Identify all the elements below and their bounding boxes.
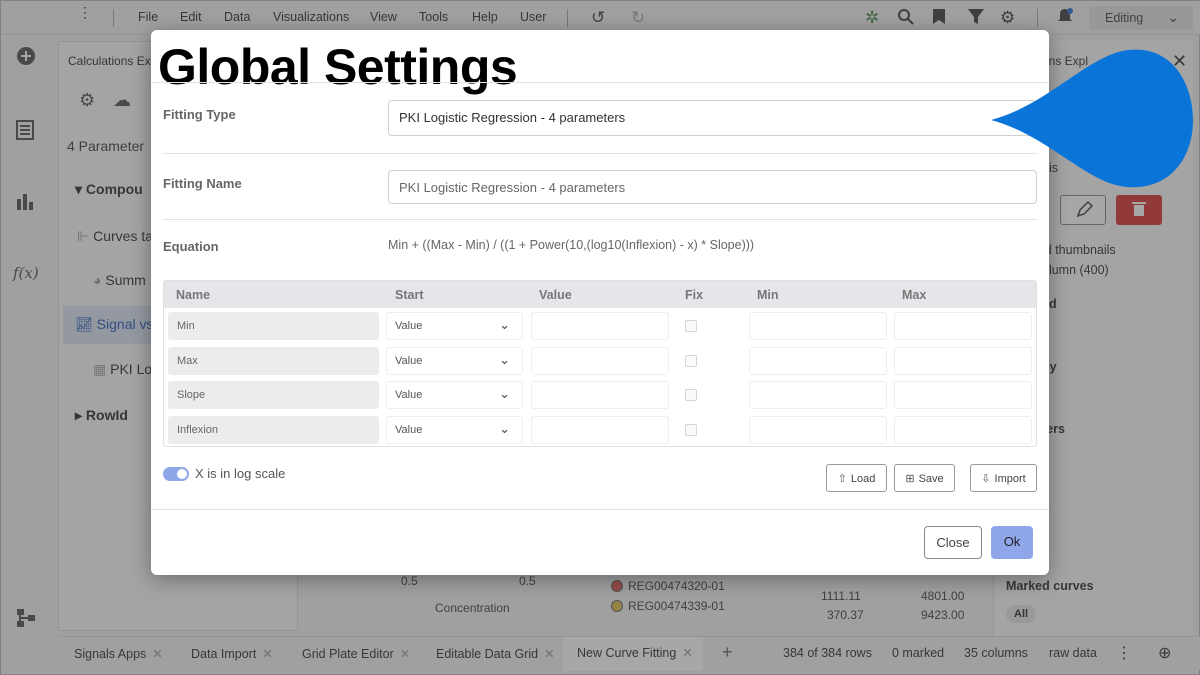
import-button[interactable]: ⇩ Import: [970, 464, 1037, 492]
table-row: Slope Value ⌄: [164, 381, 1036, 409]
save-icon: ⊞: [905, 473, 915, 485]
table-row: Max Value ⌄: [164, 347, 1036, 375]
fix-checkbox[interactable]: [685, 424, 697, 436]
ok-button[interactable]: Ok: [991, 526, 1033, 559]
load-label: Load: [850, 473, 876, 485]
column-header-min: Min: [757, 288, 779, 302]
download-icon: ⇩: [981, 473, 991, 485]
param-name: Slope: [168, 381, 379, 409]
fitting-name-value: PKI Logistic Regression - 4 parameters: [399, 180, 626, 195]
fitting-type-select[interactable]: PKI Logistic Regression - 4 parameters: [388, 100, 1037, 136]
min-input[interactable]: [749, 416, 887, 444]
fitting-type-value: PKI Logistic Regression - 4 parameters: [399, 110, 626, 125]
start-select[interactable]: Value ⌄: [386, 312, 523, 340]
global-settings-dialog: Global Settings Fitting Type PKI Logisti…: [151, 30, 1049, 575]
fitting-type-label: Fitting Type: [163, 107, 236, 122]
divider: [163, 219, 1037, 220]
min-input[interactable]: [749, 347, 887, 375]
load-button[interactable]: ⇧ Load: [826, 464, 887, 492]
pointer-marker-icon: [991, 49, 1193, 188]
save-button[interactable]: ⊞ Save: [894, 464, 955, 492]
column-header-start: Start: [395, 288, 424, 302]
param-name: Min: [168, 312, 379, 340]
equation-label: Equation: [163, 239, 219, 254]
value-input[interactable]: [531, 312, 669, 340]
param-name: Inflexion: [168, 416, 379, 444]
start-value: Value: [395, 355, 423, 367]
save-label: Save: [918, 473, 944, 485]
param-name: Max: [168, 347, 379, 375]
toggle-knob: [177, 469, 187, 479]
max-input[interactable]: [894, 416, 1032, 444]
start-select[interactable]: Value ⌄: [386, 347, 523, 375]
divider: [163, 153, 1037, 154]
column-header-value: Value: [539, 288, 572, 302]
log-scale-toggle[interactable]: [163, 467, 189, 481]
column-header-max: Max: [902, 288, 927, 302]
fix-checkbox[interactable]: [685, 320, 697, 332]
divider: [151, 82, 1049, 83]
fix-checkbox[interactable]: [685, 389, 697, 401]
start-select[interactable]: Value ⌄: [386, 381, 523, 409]
divider: [151, 509, 1049, 510]
upload-icon: ⇧: [837, 473, 847, 485]
chevron-down-icon: ⌄: [499, 386, 510, 401]
table-row: Inflexion Value ⌄: [164, 416, 1036, 444]
column-header-fix: Fix: [685, 288, 704, 302]
start-value: Value: [395, 320, 423, 332]
fitting-name-field[interactable]: PKI Logistic Regression - 4 parameters: [388, 170, 1037, 204]
start-value: Value: [395, 389, 423, 401]
chevron-down-icon: ⌄: [499, 421, 510, 436]
close-button[interactable]: Close: [924, 526, 982, 559]
max-input[interactable]: [894, 312, 1032, 340]
table-row: Min Value ⌄: [164, 312, 1036, 340]
start-select[interactable]: Value ⌄: [386, 416, 523, 444]
chevron-down-icon: ⌄: [499, 317, 510, 332]
value-input[interactable]: [531, 347, 669, 375]
start-value: Value: [395, 424, 423, 436]
chevron-down-icon: ⌄: [499, 352, 510, 367]
fitting-name-label: Fitting Name: [163, 176, 242, 191]
equation-value: Min + ((Max - Min) / ((1 + Power(10,(log…: [388, 238, 755, 252]
column-header-name: Name: [176, 288, 211, 302]
value-input[interactable]: [531, 381, 669, 409]
max-input[interactable]: [894, 347, 1032, 375]
max-input[interactable]: [894, 381, 1032, 409]
dialog-title: Global Settings: [154, 32, 524, 100]
parameters-table: Name Start Value Fix Min Max Min Value ⌄ …: [163, 280, 1037, 447]
min-input[interactable]: [749, 312, 887, 340]
log-scale-label: X is in log scale: [195, 466, 286, 481]
fix-checkbox[interactable]: [685, 355, 697, 367]
table-header: Name Start Value Fix Min Max: [164, 281, 1036, 308]
min-input[interactable]: [749, 381, 887, 409]
value-input[interactable]: [531, 416, 669, 444]
import-label: Import: [994, 473, 1026, 485]
